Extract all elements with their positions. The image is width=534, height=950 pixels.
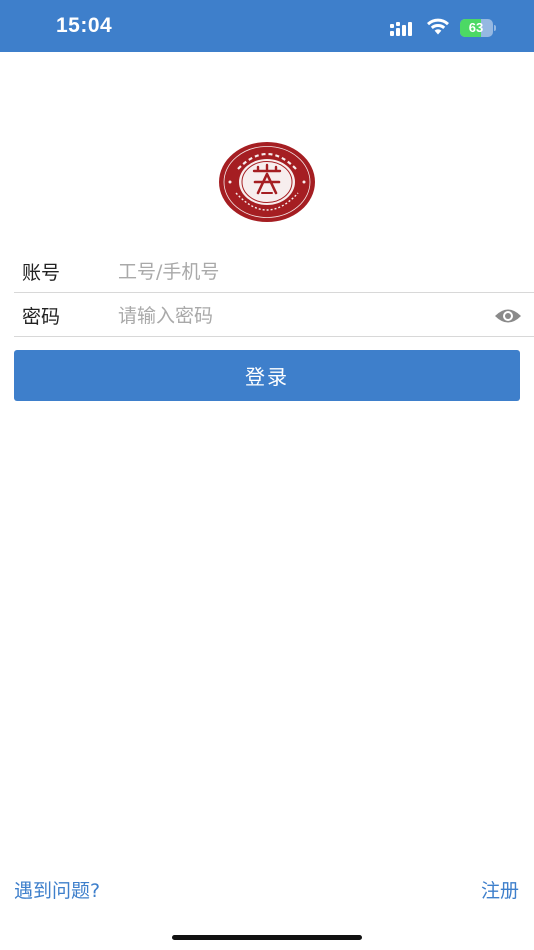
account-label: 账号: [22, 262, 61, 284]
status-bar: 15:04 63: [0, 0, 534, 52]
account-input[interactable]: [118, 254, 478, 290]
account-row: 账号: [0, 250, 534, 294]
battery-indicator: 63: [460, 19, 496, 37]
password-label: 密码: [22, 306, 61, 328]
help-link[interactable]: 遇到问题?: [14, 876, 100, 903]
register-link[interactable]: 注册: [481, 876, 519, 903]
login-button[interactable]: 登录: [14, 350, 520, 401]
account-divider: [14, 292, 534, 293]
battery-level-text: 63: [468, 20, 484, 35]
home-indicator[interactable]: [172, 935, 362, 940]
password-row: 密码: [0, 294, 534, 338]
password-input[interactable]: [118, 298, 478, 334]
eye-icon[interactable]: [494, 307, 522, 325]
status-time: 15:04: [56, 14, 113, 37]
login-screen: 15:04 63 账号 工号/手机号 密码 登录 遇到问题? 注册: [0, 0, 534, 950]
school-seal-logo: [219, 142, 315, 222]
password-divider: [14, 336, 534, 337]
cellular-signal-icon: [390, 22, 412, 36]
battery-cap: [494, 25, 496, 31]
battery-body: 63: [460, 19, 493, 37]
wifi-icon: [427, 18, 449, 35]
